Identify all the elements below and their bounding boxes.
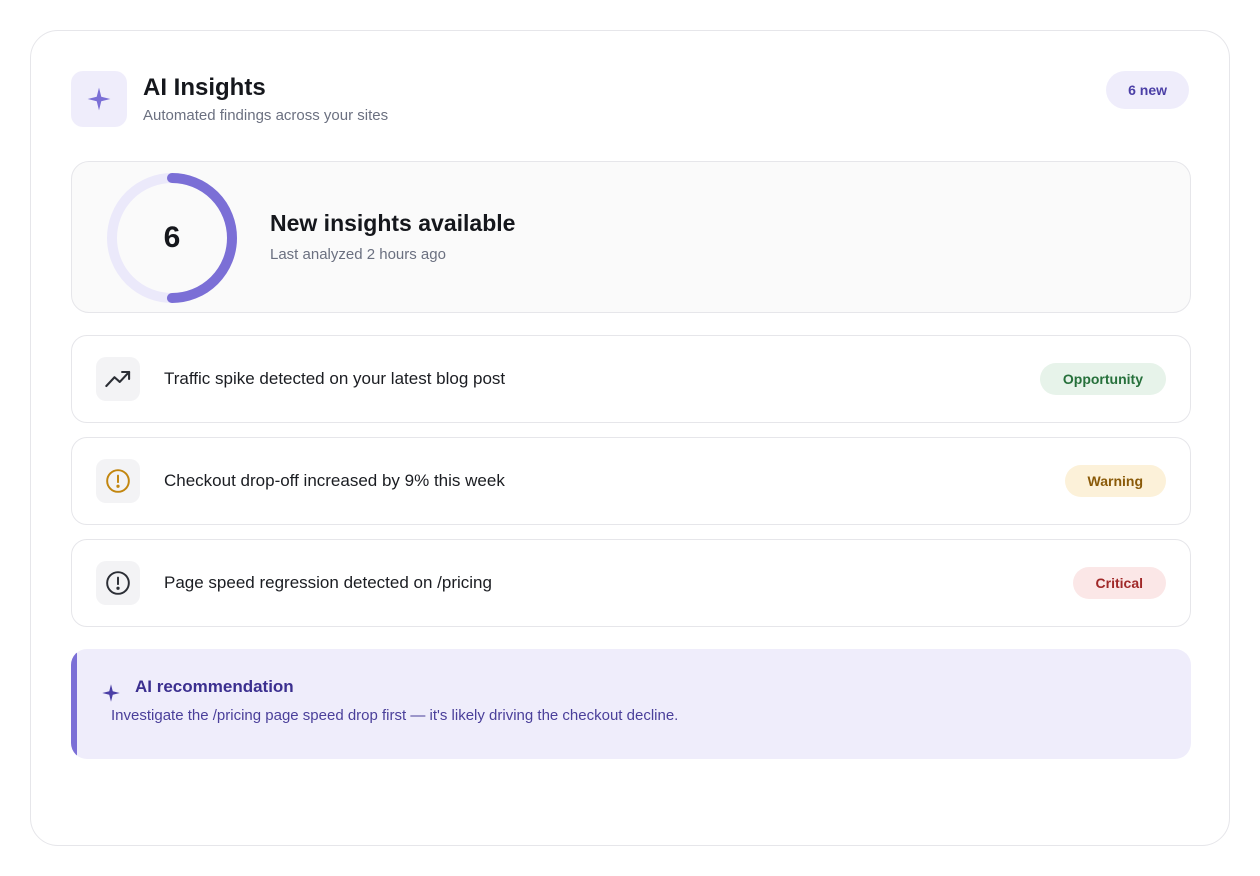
page-subtitle: Automated findings across your sites (143, 107, 389, 124)
alert-circle-icon (106, 469, 130, 493)
critical-tag: Critical (1072, 567, 1166, 599)
insights-count: 6 (163, 221, 181, 254)
page-title: AI Insights (143, 74, 266, 101)
recommendation-text: Investigate the /pricing page speed drop… (111, 707, 679, 724)
trending-up-icon (105, 370, 131, 388)
recommendation-accent-bar (71, 649, 77, 759)
sparkle-icon (87, 87, 111, 111)
opportunity-tag: Opportunity (1039, 363, 1166, 395)
header-logo-tile (71, 71, 127, 127)
summary-title: New insights available (270, 210, 516, 236)
insight-icon-tile (96, 561, 140, 605)
ai-recommendation-panel: AI recommendation Investigate the /prici… (71, 649, 1191, 759)
card-header: AI Insights Automated findings across yo… (71, 71, 1189, 127)
last-analyzed-text: Last analyzed 2 hours ago (270, 246, 446, 263)
ai-insights-card: AI Insights Automated findings across yo… (30, 30, 1230, 846)
insights-summary-panel: 6 New insights available Last analyzed 2… (71, 161, 1191, 313)
insight-row-page-speed[interactable]: Page speed regression detected on /prici… (71, 539, 1191, 627)
alert-circle-icon (106, 571, 130, 595)
recommendation-title: AI recommendation (135, 677, 294, 696)
insight-row-checkout-dropoff[interactable]: Checkout drop-off increased by 9% this w… (71, 437, 1191, 525)
insight-icon-tile (96, 459, 140, 503)
warning-tag: Warning (1064, 465, 1166, 497)
sparkle-icon (102, 684, 120, 702)
insight-text: Page speed regression detected on /prici… (164, 573, 492, 592)
insight-text: Traffic spike detected on your latest bl… (164, 369, 506, 388)
insight-icon-tile (96, 357, 140, 401)
insight-text: Checkout drop-off increased by 9% this w… (164, 471, 505, 490)
insight-row-traffic-spike[interactable]: Traffic spike detected on your latest bl… (71, 335, 1191, 423)
new-count-badge[interactable]: 6 new (1106, 71, 1189, 109)
